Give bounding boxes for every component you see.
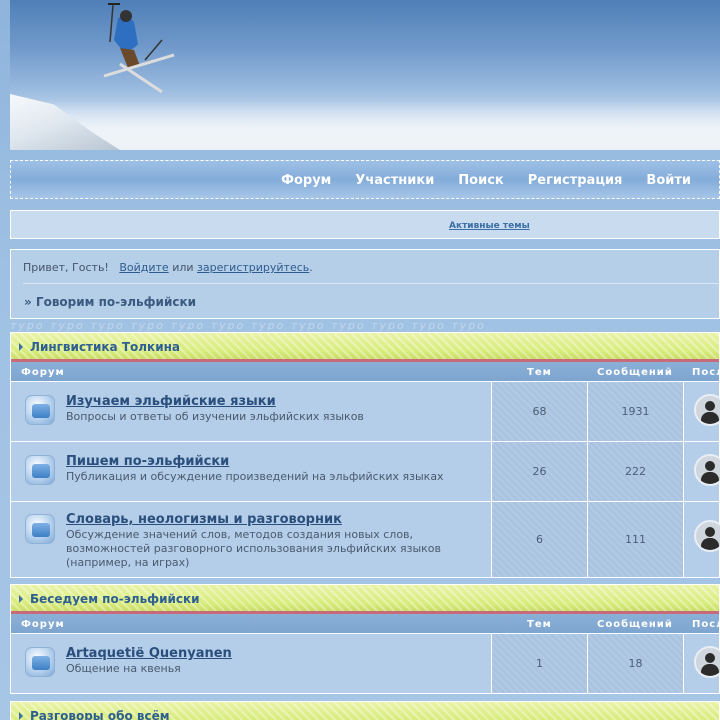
nav-search[interactable]: Поиск [458, 173, 503, 188]
collapse-arrow-icon[interactable] [19, 595, 23, 603]
forum-icon [25, 514, 55, 544]
skier-illustration [103, 3, 175, 94]
avatar-icon[interactable] [694, 454, 720, 486]
forum-name-link[interactable]: Словарь, неологизмы и разговорник [66, 512, 342, 527]
period-text: . [309, 261, 313, 274]
greeting-text: Привет, Гость! [23, 261, 109, 274]
column-headers: Форум Тем Сообщений Посл [11, 362, 720, 381]
category-block: Разговоры обо всём [10, 701, 720, 720]
forum-icon [25, 455, 55, 485]
category-title[interactable]: Лингвистика Толкина [30, 340, 180, 354]
forum-icon [25, 647, 55, 677]
breadcrumb[interactable]: » Говорим по-эльфийски [24, 295, 196, 309]
avatar-icon[interactable] [694, 394, 720, 426]
topics-count: 1 [491, 634, 587, 693]
main-nav: Форум Участники Поиск Регистрация Войти [10, 160, 720, 199]
header-banner [10, 0, 720, 150]
greeting-line: Привет, Гость! Войдите или зарегистрируй… [23, 261, 313, 274]
last-post-cell [683, 634, 720, 693]
login-link[interactable]: Войдите [119, 261, 168, 274]
forum-icon [25, 395, 55, 425]
forum-row: Пишем по-эльфийски Публикация и обсужден… [11, 441, 720, 501]
divider [23, 283, 719, 284]
collapse-arrow-icon[interactable] [19, 343, 23, 351]
forum-description: Общение на квенья [66, 662, 181, 675]
last-post-cell [683, 382, 720, 441]
col-last: Посл [692, 367, 720, 378]
forum-name-link[interactable]: Пишем по-эльфийски [66, 454, 229, 469]
nav-members[interactable]: Участники [355, 173, 434, 188]
or-text: или [172, 261, 194, 274]
register-link[interactable]: зарегистрируйтесь [197, 261, 309, 274]
col-topics: Тем [527, 619, 552, 630]
category-title[interactable]: Разговоры обо всём [30, 709, 170, 720]
category-block: Беседуем по-эльфийски Форум Тем Сообщени… [10, 584, 720, 694]
topics-count: 68 [491, 382, 587, 441]
last-post-cell [683, 502, 720, 577]
col-posts: Сообщений [597, 619, 673, 630]
active-topics-link[interactable]: Активные темы [449, 221, 530, 231]
watermark: туро туро туро туро туро туро туро туро … [10, 319, 487, 332]
nav-forum[interactable]: Форум [281, 173, 331, 188]
welcome-panel: Привет, Гость! Войдите или зарегистрируй… [10, 249, 720, 319]
avatar-icon[interactable] [694, 646, 720, 678]
category-header: Беседуем по-эльфийски [11, 585, 719, 614]
category-title[interactable]: Беседуем по-эльфийски [30, 592, 200, 606]
forum-row: Изучаем эльфийские языки Вопросы и ответ… [11, 381, 720, 441]
col-last: Посл [692, 619, 720, 630]
col-forum: Форум [21, 619, 65, 630]
avatar-icon[interactable] [694, 520, 720, 552]
forum-description: Обсуждение значений слов, методов создан… [66, 528, 441, 569]
forum-row: Artaquetië Quenyanen Общение на квенья 1… [11, 633, 720, 693]
category-header: Лингвистика Толкина [11, 333, 719, 362]
last-post-cell [683, 442, 720, 501]
nav-login[interactable]: Войти [646, 173, 691, 188]
column-headers: Форум Тем Сообщений Посл [11, 614, 720, 633]
collapse-arrow-icon[interactable] [19, 712, 23, 720]
col-topics: Тем [527, 367, 552, 378]
forum-description: Публикация и обсуждение произведений на … [66, 470, 444, 483]
forum-description: Вопросы и ответы об изучении эльфийских … [66, 410, 364, 423]
nav-register[interactable]: Регистрация [528, 173, 623, 188]
col-forum: Форум [21, 367, 65, 378]
posts-count: 18 [587, 634, 683, 693]
forum-name-link[interactable]: Изучаем эльфийские языки [66, 394, 276, 409]
forum-name-link[interactable]: Artaquetië Quenyanen [66, 646, 232, 661]
posts-count: 1931 [587, 382, 683, 441]
forum-row: Словарь, неологизмы и разговорник Обсужд… [11, 501, 720, 577]
topics-count: 6 [491, 502, 587, 577]
topics-count: 26 [491, 442, 587, 501]
posts-count: 111 [587, 502, 683, 577]
col-posts: Сообщений [597, 367, 673, 378]
active-topics-bar: Активные темы [10, 210, 720, 239]
category-block: Лингвистика Толкина Форум Тем Сообщений … [10, 332, 720, 578]
category-header: Разговоры обо всём [11, 702, 719, 720]
posts-count: 222 [587, 442, 683, 501]
